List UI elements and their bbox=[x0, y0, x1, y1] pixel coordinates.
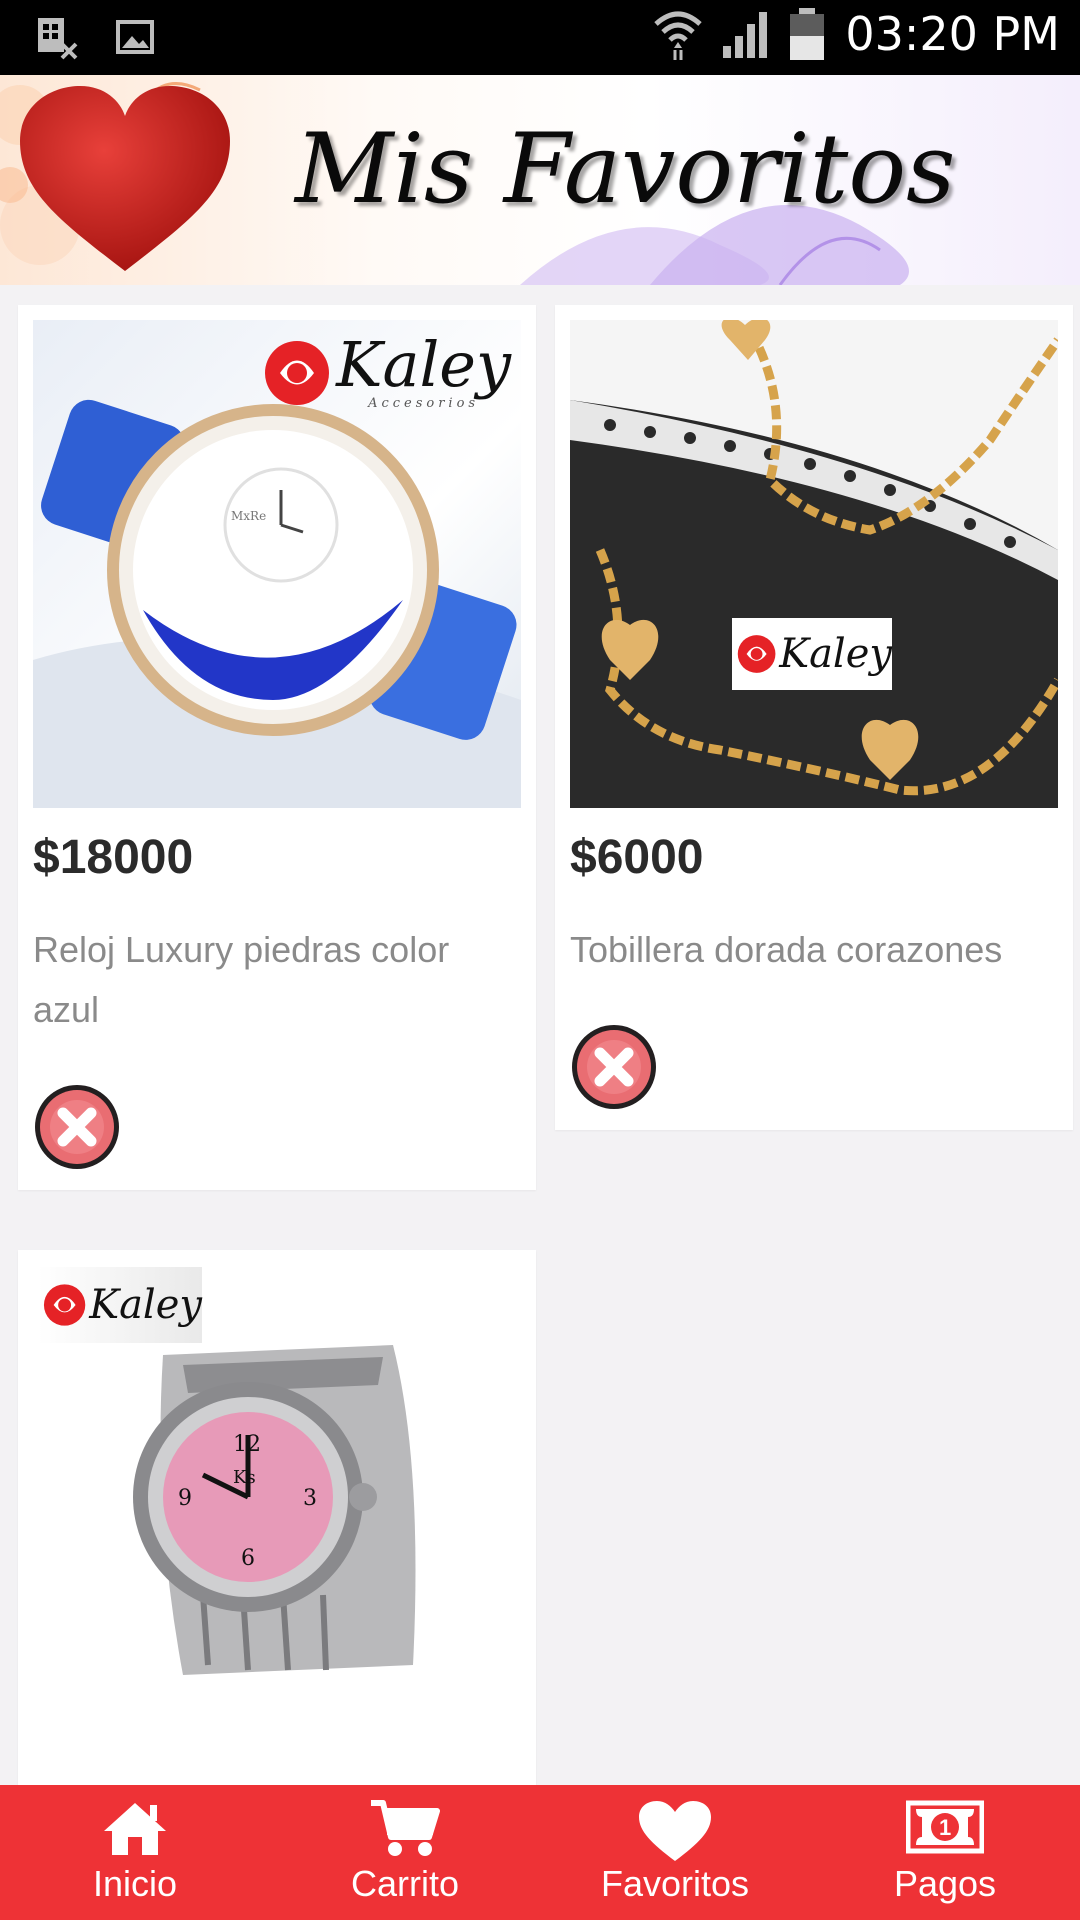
home-icon bbox=[104, 1803, 166, 1855]
nav-carrito[interactable]: Carrito bbox=[270, 1785, 540, 1920]
rose-logo-icon bbox=[265, 340, 330, 405]
svg-text:Ks: Ks bbox=[233, 1467, 256, 1488]
brand-logo: Kaley bbox=[732, 618, 892, 690]
nav-label: Favoritos bbox=[600, 1863, 750, 1904]
remove-favorite-button[interactable] bbox=[570, 1023, 658, 1111]
nav-label: Pagos bbox=[893, 1863, 997, 1904]
svg-text:1: 1 bbox=[939, 1815, 951, 1840]
svg-text:MxRe: MxRe bbox=[231, 509, 266, 523]
rose-logo-icon bbox=[737, 635, 776, 673]
favorite-card[interactable]: MxRe Kaley Accesorios $18000 Reloj Luxur… bbox=[18, 305, 536, 1190]
product-name: Reloj Luxury piedras color azul bbox=[33, 929, 450, 1030]
product-name: Tobillera dorada corazones bbox=[570, 929, 1003, 970]
brand-name: Kaley bbox=[779, 631, 892, 677]
gold-anklet-image bbox=[570, 320, 1058, 796]
page-title: Mis Favoritos bbox=[295, 113, 956, 225]
favorite-card[interactable]: 12 3 6 9 Ks Kaley bbox=[18, 1250, 536, 1850]
sim-card-icon bbox=[38, 18, 78, 60]
brand-logo: Kaley bbox=[38, 1267, 202, 1343]
svg-text:12: 12 bbox=[233, 1432, 261, 1457]
heart-logo-icon bbox=[20, 86, 230, 271]
brand-logo: Kaley Accesorios bbox=[262, 334, 511, 411]
product-image[interactable]: 12 3 6 9 Ks Kaley bbox=[33, 1265, 521, 1753]
svg-text:9: 9 bbox=[178, 1486, 192, 1511]
favorite-card[interactable]: Kaley $6000 Tobillera dorada corazones bbox=[555, 305, 1073, 1130]
header-banner: Mis Favoritos bbox=[0, 75, 1080, 285]
status-bar: 03:20 PM bbox=[0, 0, 1080, 75]
battery-icon bbox=[790, 8, 825, 60]
wifi-icon bbox=[654, 11, 703, 60]
clock: 03:20 PM bbox=[845, 7, 1060, 61]
image-notification-icon bbox=[116, 20, 154, 54]
svg-text:6: 6 bbox=[241, 1546, 255, 1571]
product-price: $6000 bbox=[570, 831, 704, 884]
nav-pagos[interactable]: 1 Pagos bbox=[810, 1785, 1080, 1920]
svg-text:3: 3 bbox=[303, 1486, 317, 1511]
product-price: $18000 bbox=[33, 831, 194, 884]
product-image[interactable]: MxRe Kaley Accesorios bbox=[33, 320, 521, 808]
money-icon: 1 bbox=[906, 1800, 984, 1854]
nav-label: Inicio bbox=[92, 1863, 178, 1904]
nav-favoritos[interactable]: Favoritos bbox=[540, 1785, 810, 1920]
product-image[interactable]: Kaley bbox=[570, 320, 1058, 808]
nav-label: Carrito bbox=[350, 1863, 460, 1904]
remove-favorite-button[interactable] bbox=[33, 1083, 121, 1171]
brand-name: Kaley bbox=[336, 328, 511, 401]
brand-name: Kaley bbox=[89, 1282, 202, 1328]
bottom-navigation: Inicio Carrito Favoritos 1 Pagos bbox=[0, 1785, 1080, 1920]
signal-icon bbox=[723, 12, 768, 58]
rose-logo-icon bbox=[43, 1284, 86, 1326]
nav-inicio[interactable]: Inicio bbox=[0, 1785, 270, 1920]
cart-icon bbox=[371, 1800, 440, 1856]
heart-icon bbox=[639, 1801, 711, 1861]
